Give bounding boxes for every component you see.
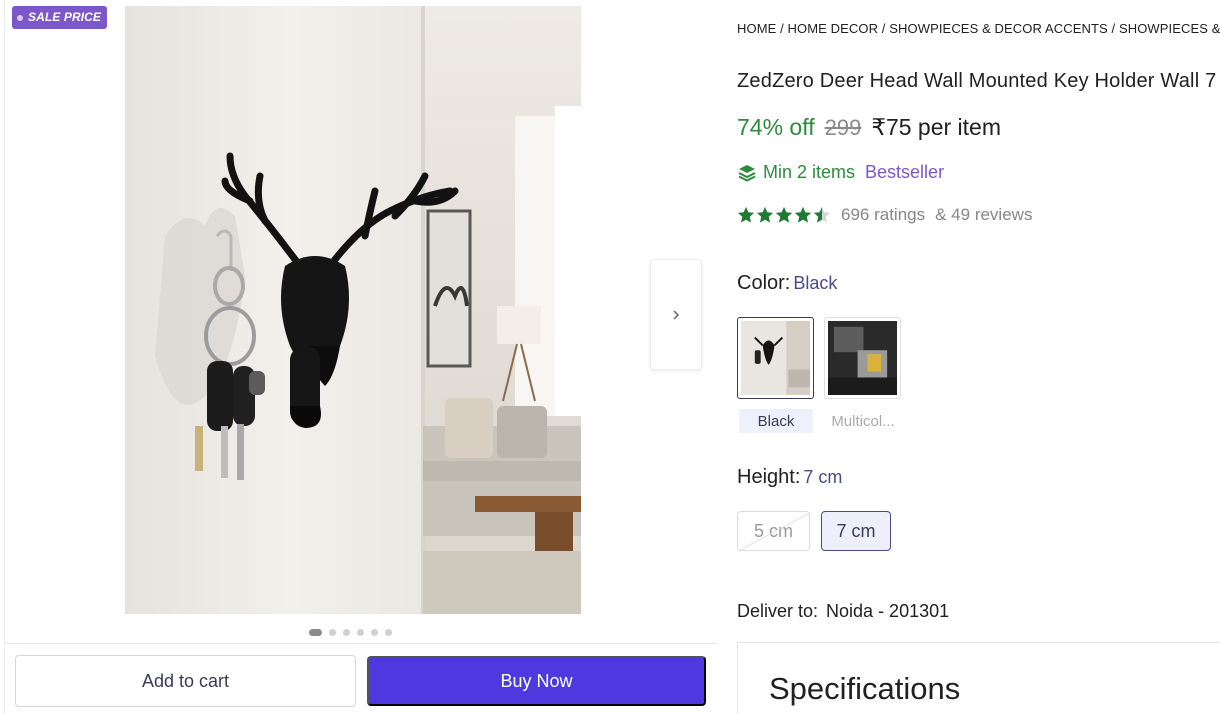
discount-percent: 74% off <box>737 114 815 140</box>
color-selector-label: Color: Black <box>737 272 837 295</box>
star-rating <box>737 206 831 224</box>
sale-price-badge: SALE PRICE <box>12 6 108 29</box>
star-full-icon <box>737 206 755 223</box>
gallery-divider <box>4 0 5 714</box>
carousel-dot-active[interactable] <box>309 628 322 636</box>
carousel-dot[interactable] <box>371 628 378 636</box>
action-bar-divider <box>5 643 717 644</box>
selected-color: Black <box>793 273 838 293</box>
color-swatch-multicolor[interactable] <box>824 317 901 399</box>
min-items-text: Min 2 items <box>763 162 856 182</box>
price-row: 74% off 299 ₹75 per item <box>737 114 1001 141</box>
breadcrumb[interactable]: HOME / HOME DECOR / SHOWPIECES & DECOR A… <box>737 21 1220 36</box>
specifications-heading: Specifications <box>769 671 961 706</box>
swatch-image-multicolor <box>828 321 897 395</box>
star-half-icon <box>813 206 831 223</box>
product-photo <box>125 6 581 614</box>
star-full-icon <box>794 206 812 223</box>
min-order-row: Min 2 items Bestseller <box>737 162 944 183</box>
star-full-icon <box>756 206 774 223</box>
height-label: Height: <box>737 466 801 488</box>
add-to-cart-button[interactable]: Add to cart <box>15 655 356 707</box>
carousel-dot[interactable] <box>343 628 350 636</box>
color-swatch-black[interactable] <box>737 317 814 399</box>
product-title: ZedZero Deer Head Wall Mounted Key Holde… <box>737 70 1217 92</box>
product-details: HOME / HOME DECOR / SHOWPIECES & DECOR A… <box>737 0 1220 714</box>
bestseller-badge: Bestseller <box>865 162 945 182</box>
star-full-icon <box>775 206 793 223</box>
image-carousel-dots <box>309 628 392 636</box>
height-option-5cm[interactable]: 5 cm <box>737 511 810 551</box>
badge-dot-icon <box>17 15 23 21</box>
sale-price: ₹75 per item <box>871 114 1002 140</box>
swatch-image-black <box>741 321 810 395</box>
height-selector-label: Height: 7 cm <box>737 466 842 489</box>
selected-height: 7 cm <box>803 467 843 487</box>
specifications-section: Specifications <box>737 642 1220 714</box>
image-gallery: SALE PRICE Add to cart Buy Now <box>0 0 720 714</box>
sale-badge-label: SALE PRICE <box>28 10 102 24</box>
delivery-pincode: Noida - 201301 <box>826 601 950 621</box>
reviews-count: & 49 reviews <box>935 205 1033 224</box>
delivery-location[interactable]: Deliver to: Noida - 201301 <box>737 601 949 622</box>
height-option-7cm[interactable]: 7 cm <box>821 511 891 551</box>
buy-now-button[interactable]: Buy Now <box>367 656 706 706</box>
swatch-label-black[interactable]: Black <box>739 409 813 433</box>
swatch-label-multicolor[interactable]: Multicol... <box>827 409 899 433</box>
original-price: 299 <box>824 115 862 140</box>
carousel-dot[interactable] <box>357 628 364 636</box>
carousel-dot[interactable] <box>385 628 392 636</box>
layers-icon <box>738 164 756 182</box>
next-image-button[interactable] <box>650 259 702 370</box>
rating-row[interactable]: 696 ratings & 49 reviews <box>737 205 1032 225</box>
ratings-count: 696 ratings <box>841 205 926 224</box>
color-label: Color: <box>737 272 791 294</box>
chevron-right-icon <box>673 309 680 320</box>
deliver-to-label: Deliver to: <box>737 601 819 621</box>
product-main-image[interactable] <box>125 6 581 614</box>
carousel-dot[interactable] <box>329 628 336 636</box>
